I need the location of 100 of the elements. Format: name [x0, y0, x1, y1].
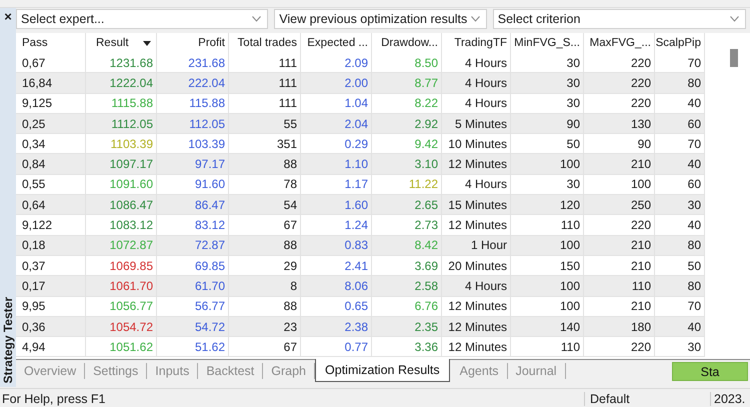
table-cell: 2.38 — [301, 316, 372, 336]
table-cell: 220 — [584, 73, 655, 93]
table-cell: 1.10 — [301, 154, 372, 174]
table-cell: 115.88 — [157, 94, 229, 113]
table-cell: 3.36 — [372, 337, 442, 356]
table-cell: 2.92 — [372, 114, 442, 134]
column-header[interactable]: Drawdow... — [372, 33, 442, 53]
table-cell: 67 — [229, 337, 301, 356]
table-cell: 70 — [655, 296, 705, 316]
table-cell: 83.12 — [157, 215, 229, 235]
column-header[interactable]: Expected ... — [301, 33, 372, 53]
table-cell: 2.58 — [372, 276, 442, 296]
table-cell: 2.41 — [301, 256, 372, 276]
scrollbar-thumb[interactable] — [730, 49, 738, 67]
table-cell: 1.04 — [301, 94, 372, 113]
chevron-icon — [252, 16, 262, 22]
table-cell: 70 — [655, 134, 705, 154]
dropdown[interactable]: Select criterion — [492, 9, 746, 29]
table-cell: 1072.87 — [86, 236, 157, 255]
table-cell: 9,125 — [16, 94, 86, 113]
table-cell: 0.77 — [301, 337, 372, 356]
table-cell: 1091.60 — [86, 174, 157, 194]
table-cell: 1.60 — [301, 195, 372, 214]
table-cell: 3.10 — [372, 154, 442, 174]
table-cell: 40 — [655, 154, 705, 174]
column-header[interactable]: TradingTF — [442, 33, 511, 53]
column-header[interactable]: ScalpPip — [655, 33, 705, 53]
table-cell: 30 — [511, 94, 584, 113]
table-cell: 72.87 — [157, 236, 229, 255]
table-cell: 80 — [655, 73, 705, 93]
table-cell: 8.42 — [372, 236, 442, 255]
table-cell: 90 — [511, 114, 584, 134]
table-cell: 88 — [229, 236, 301, 255]
table-cell: 100 — [511, 276, 584, 296]
table-cell: 1086.47 — [86, 195, 157, 214]
table-cell: 9,95 — [16, 296, 86, 316]
column-header[interactable]: Profit — [157, 33, 229, 53]
table-cell: 1051.62 — [86, 337, 157, 356]
table-cell: 0,34 — [16, 134, 86, 154]
table-cell: 40 — [655, 316, 705, 336]
table-cell: 60 — [655, 114, 705, 134]
table-cell: 88 — [229, 296, 301, 316]
table-cell: 1.17 — [301, 174, 372, 194]
table-cell: 1231.68 — [86, 53, 157, 72]
table-cell: 86.47 — [157, 195, 229, 214]
table-cell: 12 Minutes — [442, 296, 511, 316]
table-cell: 1.24 — [301, 215, 372, 235]
table-cell: 8.50 — [372, 53, 442, 72]
table-cell: 222.04 — [157, 73, 229, 93]
column-header[interactable]: Result — [86, 33, 157, 53]
table-cell: 1 Hour — [442, 236, 511, 255]
table-cell: 0,64 — [16, 195, 86, 214]
table-cell: 1056.77 — [86, 296, 157, 316]
table-cell: 220 — [584, 337, 655, 356]
table-cell: 120 — [511, 195, 584, 214]
table-cell: 210 — [584, 154, 655, 174]
table-cell: 100 — [511, 296, 584, 316]
table-cell: 140 — [511, 316, 584, 336]
dropdown[interactable]: Select expert... — [16, 9, 268, 29]
close-button[interactable]: × — [4, 10, 12, 24]
panel-title: Strategy Tester — [1, 296, 15, 385]
table-cell: 100 — [511, 154, 584, 174]
table-cell: 16,84 — [16, 73, 86, 93]
tab[interactable]: Optimization Results — [315, 359, 450, 382]
start-button[interactable]: Sta — [672, 362, 748, 381]
table-cell: 54 — [229, 195, 301, 214]
table-cell: 12 Minutes — [442, 337, 511, 356]
table-cell: 1222.04 — [86, 73, 157, 93]
table-cell: 8 — [229, 276, 301, 296]
table-cell: 0,18 — [16, 236, 86, 255]
table-cell: 61.70 — [157, 276, 229, 296]
column-header[interactable]: MaxFVG_... — [584, 33, 655, 53]
table-cell: 111 — [229, 73, 301, 93]
column-header[interactable]: Pass — [16, 33, 86, 53]
table-cell: 2.00 — [301, 73, 372, 93]
table-cell: 0,17 — [16, 276, 86, 296]
table-cell: 220 — [584, 215, 655, 235]
table-cell: 0,67 — [16, 53, 86, 72]
status-text: For Help, press F1 — [1, 392, 107, 406]
table-cell: 54.72 — [157, 316, 229, 336]
table-cell: 8.22 — [372, 94, 442, 113]
dropdown[interactable]: View previous optimization results — [274, 9, 487, 29]
column-header[interactable]: Total trades — [229, 33, 301, 53]
chevron-icon — [470, 16, 480, 22]
table-cell: 1069.85 — [86, 256, 157, 276]
table-cell: 69.85 — [157, 256, 229, 276]
table-cell: 111 — [229, 53, 301, 72]
table-cell: 23 — [229, 316, 301, 336]
table-cell: 30 — [655, 195, 705, 214]
table-cell: 56.77 — [157, 296, 229, 316]
status-date: 2023. — [710, 392, 750, 406]
table-cell: 70 — [655, 53, 705, 72]
table-cell: 50 — [511, 134, 584, 154]
column-header[interactable]: MinFVG_S... — [511, 33, 584, 53]
table-cell: 15 Minutes — [442, 195, 511, 214]
table-cell: 88 — [229, 154, 301, 174]
table-cell: 50 — [655, 256, 705, 276]
table-cell: 1097.17 — [86, 154, 157, 174]
table-cell: 4,94 — [16, 337, 86, 356]
table-cell: 130 — [584, 114, 655, 134]
